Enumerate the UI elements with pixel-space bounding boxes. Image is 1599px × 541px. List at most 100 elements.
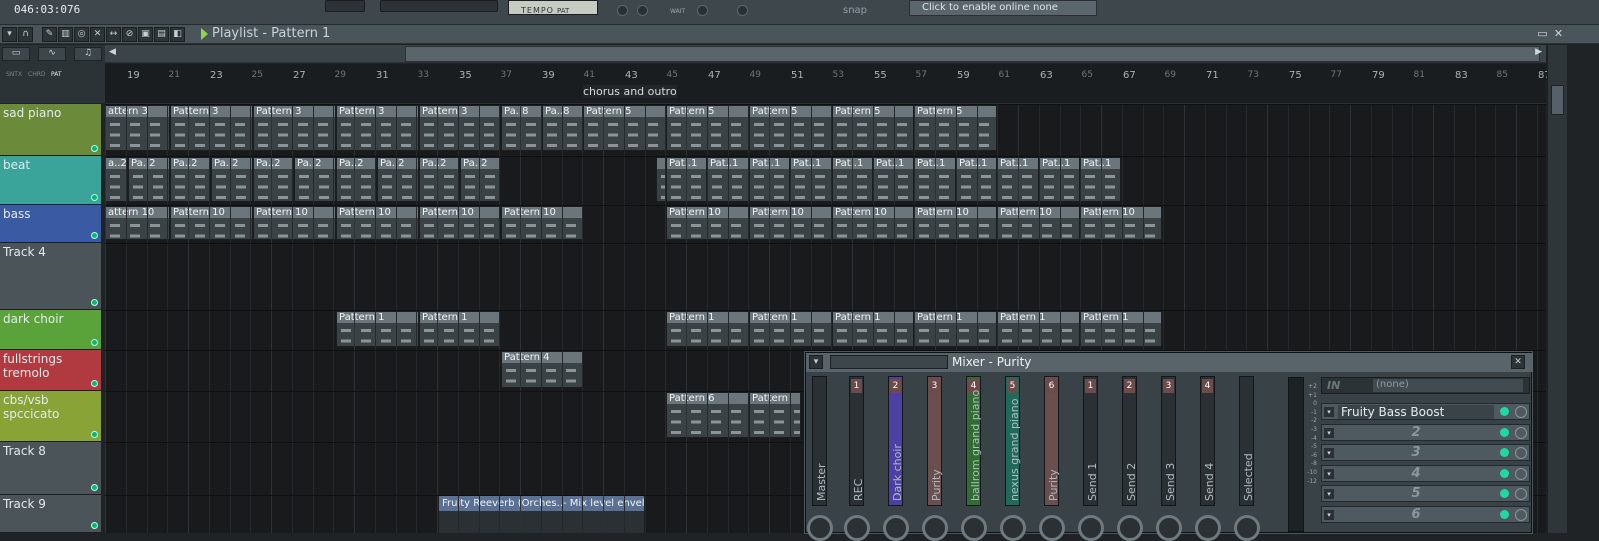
pan-knob[interactable] [883,515,909,541]
tempo-display[interactable]: TEMPO [508,0,598,15]
pattern-clip[interactable]: Pa..2 [460,157,501,202]
fx-slot[interactable]: ▾ 6 [1321,505,1530,523]
snap-icon[interactable]: ∩ [18,27,33,42]
pan-knob[interactable] [807,515,833,541]
fx-slot-menu-icon[interactable]: ▾ [1324,468,1334,479]
close-icon[interactable]: ✕ [1552,28,1565,41]
loop-knob[interactable] [637,5,648,16]
metronome-knob[interactable] [697,5,708,16]
mixer-strip[interactable]: 1 Send 1 [1083,376,1099,506]
slice-tool-icon[interactable]: ⊘ [122,27,137,42]
pattern-clip[interactable]: Pattern 3 [253,105,336,151]
zoom-tool-icon[interactable]: ▤ [154,27,169,42]
mode-pat[interactable]: PAT [51,71,62,78]
mode-chrd[interactable]: CHRD [28,71,46,78]
pan-knob[interactable] [961,515,987,541]
pattern-clip[interactable]: Pattern 3 [419,105,501,151]
pattern-clip[interactable]: Pattern 1 [419,311,501,347]
tab-automation[interactable]: ∿ [38,47,66,61]
mixer-strip[interactable]: 5 nexus grand piano [1005,376,1021,506]
mixer-strip[interactable]: 3 Send 3 [1161,376,1177,506]
slip-tool-icon[interactable]: ↔ [106,27,121,42]
mixer-strip[interactable]: 3 Purity [927,376,943,506]
fx-slot-menu-icon[interactable]: ▾ [1324,509,1334,520]
track-enable-icon[interactable] [91,299,98,306]
mixer-strip[interactable]: 6 Purity [1044,376,1060,506]
pattern-clip[interactable]: attern 3 [105,105,170,151]
mixer-close-icon[interactable]: ✕ [1511,355,1525,369]
pattern-clip[interactable]: a..2 [105,157,128,202]
fx-enable-icon[interactable] [1500,448,1509,457]
marker-chorus-and-outro[interactable]: chorus and outro [583,85,677,98]
mixer-strip[interactable]: Master [812,376,828,506]
mixer-strip[interactable]: Selected [1239,376,1255,506]
fx-mix-knob[interactable] [1515,426,1527,439]
transport-button[interactable] [325,0,365,12]
pan-knob[interactable] [1078,515,1104,541]
pattern-clip[interactable]: Pa..2 [336,157,377,202]
pattern-clip[interactable]: Pattern 4 [501,351,583,388]
vertical-scrollbar[interactable] [1547,45,1567,533]
draw-tool-icon[interactable]: ✎ [42,27,57,42]
scroll-left-icon[interactable]: ◀ [109,47,116,57]
pattern-clip[interactable]: Pattern 3 [170,105,253,151]
track-header[interactable]: Track 9 [0,495,101,533]
pan-knob[interactable] [1195,515,1221,541]
pattern-clip[interactable]: Pattern 10 [253,206,336,240]
pattern-clip[interactable]: Pa..2 [128,157,170,202]
timeline-ruler[interactable]: chorus and outro 19 21 23 25 27 29 31 33 35 37 39 4… [105,64,1551,104]
track-enable-icon[interactable] [91,431,98,438]
pattern-clip[interactable]: Pa..8 [542,105,583,151]
track-enable-icon[interactable] [91,145,98,152]
pattern-clip[interactable]: Pattern 3 [336,105,419,151]
pattern-clip[interactable]: Pa..2 [377,157,419,202]
paint-tool-icon[interactable]: ▥ [58,27,73,42]
track-header[interactable]: Track 8 [0,442,101,495]
fx-mix-knob[interactable] [1515,488,1527,500]
fx-slot-menu-icon[interactable]: ▾ [1324,448,1334,458]
fx-enable-icon[interactable] [1500,509,1509,519]
pattern-clip[interactable]: attern 10 [105,206,170,240]
track-header[interactable]: bass [0,205,101,243]
track-enable-icon[interactable] [91,194,98,201]
fx-slot-menu-icon[interactable]: ▾ [1324,489,1334,499]
menu-arrow-icon[interactable]: ▾ [2,27,17,42]
horizontal-scrollbar[interactable]: ◀ ▶ [105,45,1546,63]
tab-song[interactable]: ▭ [2,47,30,61]
track-header[interactable]: cbs/vsb spccicato [0,391,101,442]
pattern-clip[interactable]: Pa..2 [253,157,294,202]
fx-slot[interactable]: ▾ Fruity Bass Boost [1321,403,1530,420]
scroll-right-icon[interactable]: ▶ [1535,47,1542,57]
mixer-strip[interactable]: 1 REC [849,376,865,506]
mixer-strip[interactable]: 4 ballrom grand piano [966,376,982,506]
transport-controls[interactable] [380,0,498,12]
fx-mix-knob[interactable] [1515,447,1527,459]
fx-slot-menu-icon[interactable]: ▾ [1324,427,1334,438]
select-tool-icon[interactable]: ▣ [138,27,153,42]
fx-mix-knob[interactable] [1515,406,1527,418]
online-hint[interactable]: Click to enable online none [909,0,1097,16]
delete-tool-icon[interactable]: ◎ [74,27,89,42]
mixer-strip[interactable]: 4 Send 4 [1200,376,1216,506]
track-enable-icon[interactable] [91,380,98,387]
scroll-thumb[interactable] [405,46,1540,62]
fx-slot[interactable]: ▾ 2 [1321,423,1530,441]
pattern-clip[interactable]: Pattern 10 [170,206,253,240]
fx-slot[interactable]: ▾ 5 [1321,485,1530,502]
fx-slot[interactable]: ▾ 4 [1321,464,1530,482]
track-header[interactable]: dark choir [0,310,101,350]
track-header[interactable]: sad piano [0,104,101,156]
pan-knob[interactable] [1156,515,1182,541]
pattern-clip[interactable]: Pattern 10 [501,206,583,240]
fx-enable-icon[interactable] [1500,407,1509,416]
fx-enable-icon[interactable] [1500,427,1509,437]
fx-slot-menu-icon[interactable]: ▾ [1324,407,1334,417]
mode-sntx[interactable]: SNTX [6,71,22,78]
mixer-strip[interactable]: 2 Dark choir [888,376,904,506]
fx-input[interactable]: IN (none) [1321,377,1530,394]
fx-mix-knob[interactable] [1515,467,1527,480]
pattern-clip[interactable]: Pa..2 [170,157,211,202]
mute-tool-icon[interactable]: ✕ [90,27,105,42]
fx-input-select[interactable]: (none) [1373,379,1523,392]
mixer-strip[interactable]: 2 Send 2 [1122,376,1138,506]
